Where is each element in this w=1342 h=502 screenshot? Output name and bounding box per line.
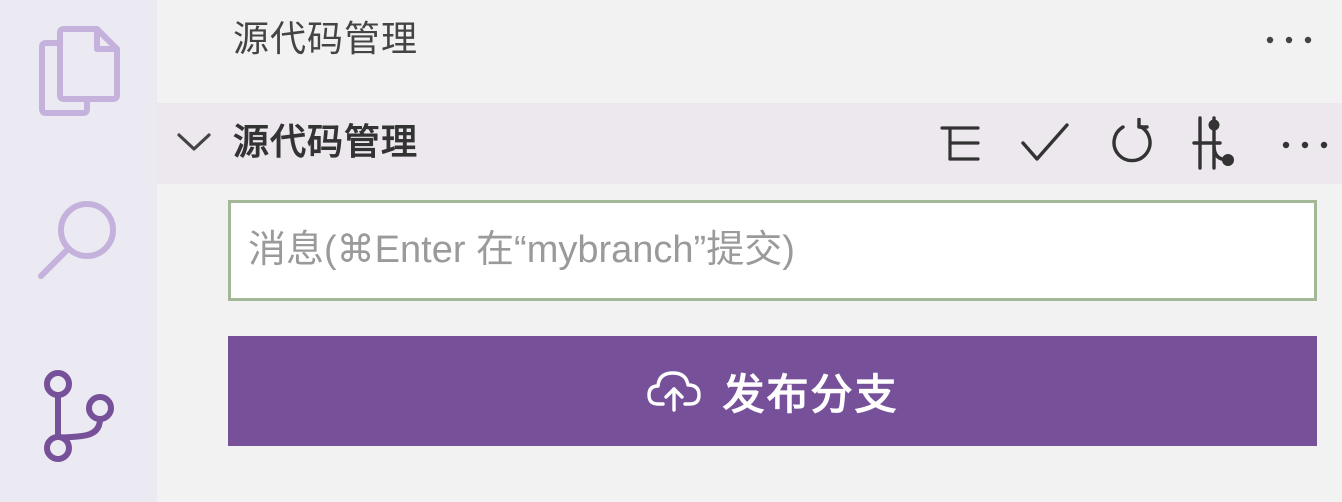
- section-more-actions-button[interactable]: [1277, 117, 1333, 173]
- view-title: 源代码管理: [233, 19, 419, 60]
- section-title: 源代码管理: [233, 122, 419, 163]
- activity-item-explorer[interactable]: [0, 0, 157, 140]
- publish-branch-button[interactable]: 发布分支: [228, 336, 1317, 446]
- files-icon: [34, 20, 124, 120]
- activity-item-source-control[interactable]: [0, 344, 157, 484]
- search-icon: [29, 190, 129, 290]
- ellipsis-icon: [1280, 136, 1330, 155]
- list-tree-icon: [938, 121, 982, 169]
- scm-section-header[interactable]: 源代码管理: [157, 103, 1342, 184]
- git-graph-icon: [1190, 116, 1240, 174]
- activity-item-search[interactable]: [0, 170, 157, 310]
- git-graph-button[interactable]: [1187, 116, 1243, 174]
- view-as-tree-button[interactable]: [932, 117, 988, 173]
- refresh-button[interactable]: [1103, 117, 1159, 173]
- cloud-upload-icon: [646, 368, 702, 415]
- refresh-icon: [1106, 117, 1156, 172]
- section-toggle[interactable]: [173, 123, 215, 165]
- view-more-actions-button[interactable]: [1264, 18, 1314, 62]
- activity-bar: [0, 0, 157, 502]
- commit-message-input[interactable]: [228, 200, 1317, 301]
- scm-sidebar: 源代码管理 源代码管理 消息(⌘Enter 在“mybranch”提交) 发布分…: [157, 0, 1342, 502]
- check-icon: [1019, 121, 1071, 169]
- commit-button[interactable]: [1017, 117, 1073, 173]
- publish-branch-label: 发布分支: [722, 370, 899, 418]
- source-control-icon: [34, 364, 124, 464]
- chevron-down-icon: [176, 130, 212, 158]
- ellipsis-icon: [1264, 31, 1314, 50]
